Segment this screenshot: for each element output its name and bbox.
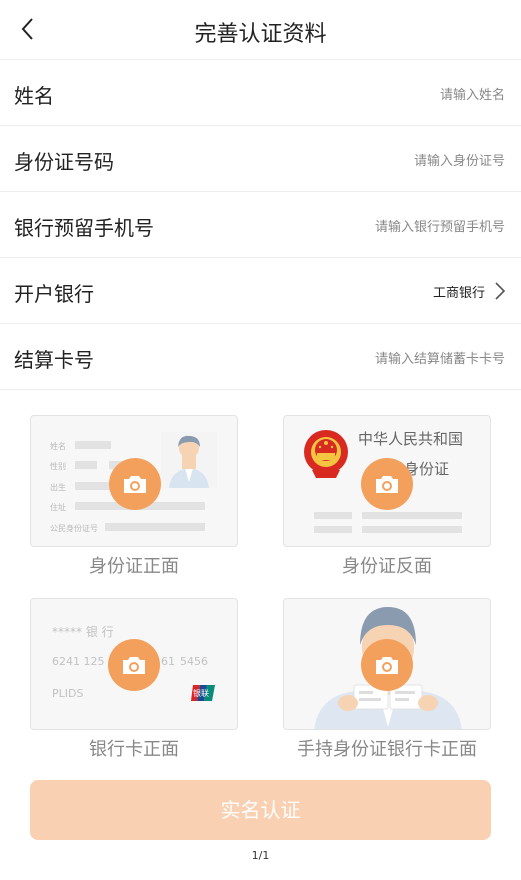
id-number-label: 身份证号码 — [14, 150, 114, 174]
phone-label: 银行预留手机号 — [14, 216, 154, 240]
name-input[interactable]: 请输入姓名 — [440, 84, 505, 103]
card-number-text: 6241 125 — [52, 655, 105, 668]
phone-row[interactable]: 银行预留手机号 请输入银行预留手机号 — [0, 192, 521, 258]
camera-button[interactable] — [361, 458, 413, 510]
portrait-icon — [161, 432, 217, 488]
bank-row[interactable]: 开户银行 工商银行 — [0, 258, 521, 324]
placeholder-bar — [362, 526, 462, 533]
chevron-right-icon — [495, 282, 506, 300]
id-back-caption: 身份证反面 — [342, 556, 432, 577]
placeholder-bar — [75, 461, 97, 469]
submit-button[interactable]: 实名认证 — [30, 780, 491, 840]
card-number-row[interactable]: 结算卡号 请输入结算储蓄卡卡号 — [0, 324, 521, 390]
name-row[interactable]: 姓名 请输入姓名 — [0, 60, 521, 126]
camera-icon — [123, 657, 145, 674]
handheld-caption: 手持身份证银行卡正面 — [297, 739, 477, 760]
card-number-text: 5456 — [180, 655, 208, 668]
phone-input[interactable]: 请输入银行预留手机号 — [375, 216, 505, 235]
id-back-title: 中华人民共和国 — [358, 430, 464, 448]
bank-card-upload[interactable]: ***** 银 行 6241 125 61 5456 PLIDS 银联 — [30, 598, 238, 730]
bank-select[interactable]: 工商银行 — [433, 282, 485, 301]
bank-card-caption: 银行卡正面 — [89, 739, 179, 760]
id-field-label: 性别 — [50, 462, 66, 471]
placeholder-bar — [314, 512, 352, 519]
id-field-label: 住址 — [50, 503, 66, 512]
camera-icon — [376, 476, 398, 493]
camera-icon — [124, 476, 146, 493]
name-label: 姓名 — [14, 84, 54, 108]
camera-button[interactable] — [108, 639, 160, 691]
id-field-label: 公民身份证号 — [50, 524, 98, 533]
camera-icon — [376, 657, 398, 674]
id-field-label: 姓名 — [50, 442, 66, 451]
id-front-upload[interactable]: 姓名 性别 出生 住址 公民身份证号 — [30, 415, 238, 547]
id-back-upload[interactable]: 中华人民共和国 居民身份证 — [283, 415, 491, 547]
unionpay-text: 银联 — [193, 689, 209, 698]
bank-name-text: ***** 银 行 — [52, 625, 114, 639]
camera-button[interactable] — [109, 458, 161, 510]
page-indicator: 1/1 — [251, 849, 270, 862]
page-title: 完善认证资料 — [194, 22, 327, 47]
id-number-input[interactable]: 请输入身份证号 — [414, 150, 505, 169]
id-field-label: 出生 — [50, 483, 66, 492]
camera-button[interactable] — [361, 639, 413, 691]
header: 完善认证资料 — [0, 0, 521, 60]
card-number-label: 结算卡号 — [14, 348, 94, 372]
id-number-row[interactable]: 身份证号码 请输入身份证号 — [0, 126, 521, 192]
card-number-input[interactable]: 请输入结算储蓄卡卡号 — [375, 348, 505, 367]
national-emblem-icon — [304, 430, 348, 478]
handheld-upload[interactable] — [283, 598, 491, 730]
card-holder-text: PLIDS — [52, 687, 84, 700]
placeholder-bar — [105, 523, 205, 531]
placeholder-bar — [314, 526, 352, 533]
id-front-caption: 身份证正面 — [89, 556, 179, 577]
card-number-text: 61 — [161, 655, 175, 668]
placeholder-bar — [362, 512, 462, 519]
placeholder-bar — [75, 441, 111, 449]
auth-page: 完善认证资料 姓名 请输入姓名 身份证号码 请输入身份证号 银行预留手机号 请输… — [0, 0, 521, 880]
bank-label: 开户银行 — [14, 282, 94, 306]
unionpay-logo: 银联 — [191, 683, 215, 703]
